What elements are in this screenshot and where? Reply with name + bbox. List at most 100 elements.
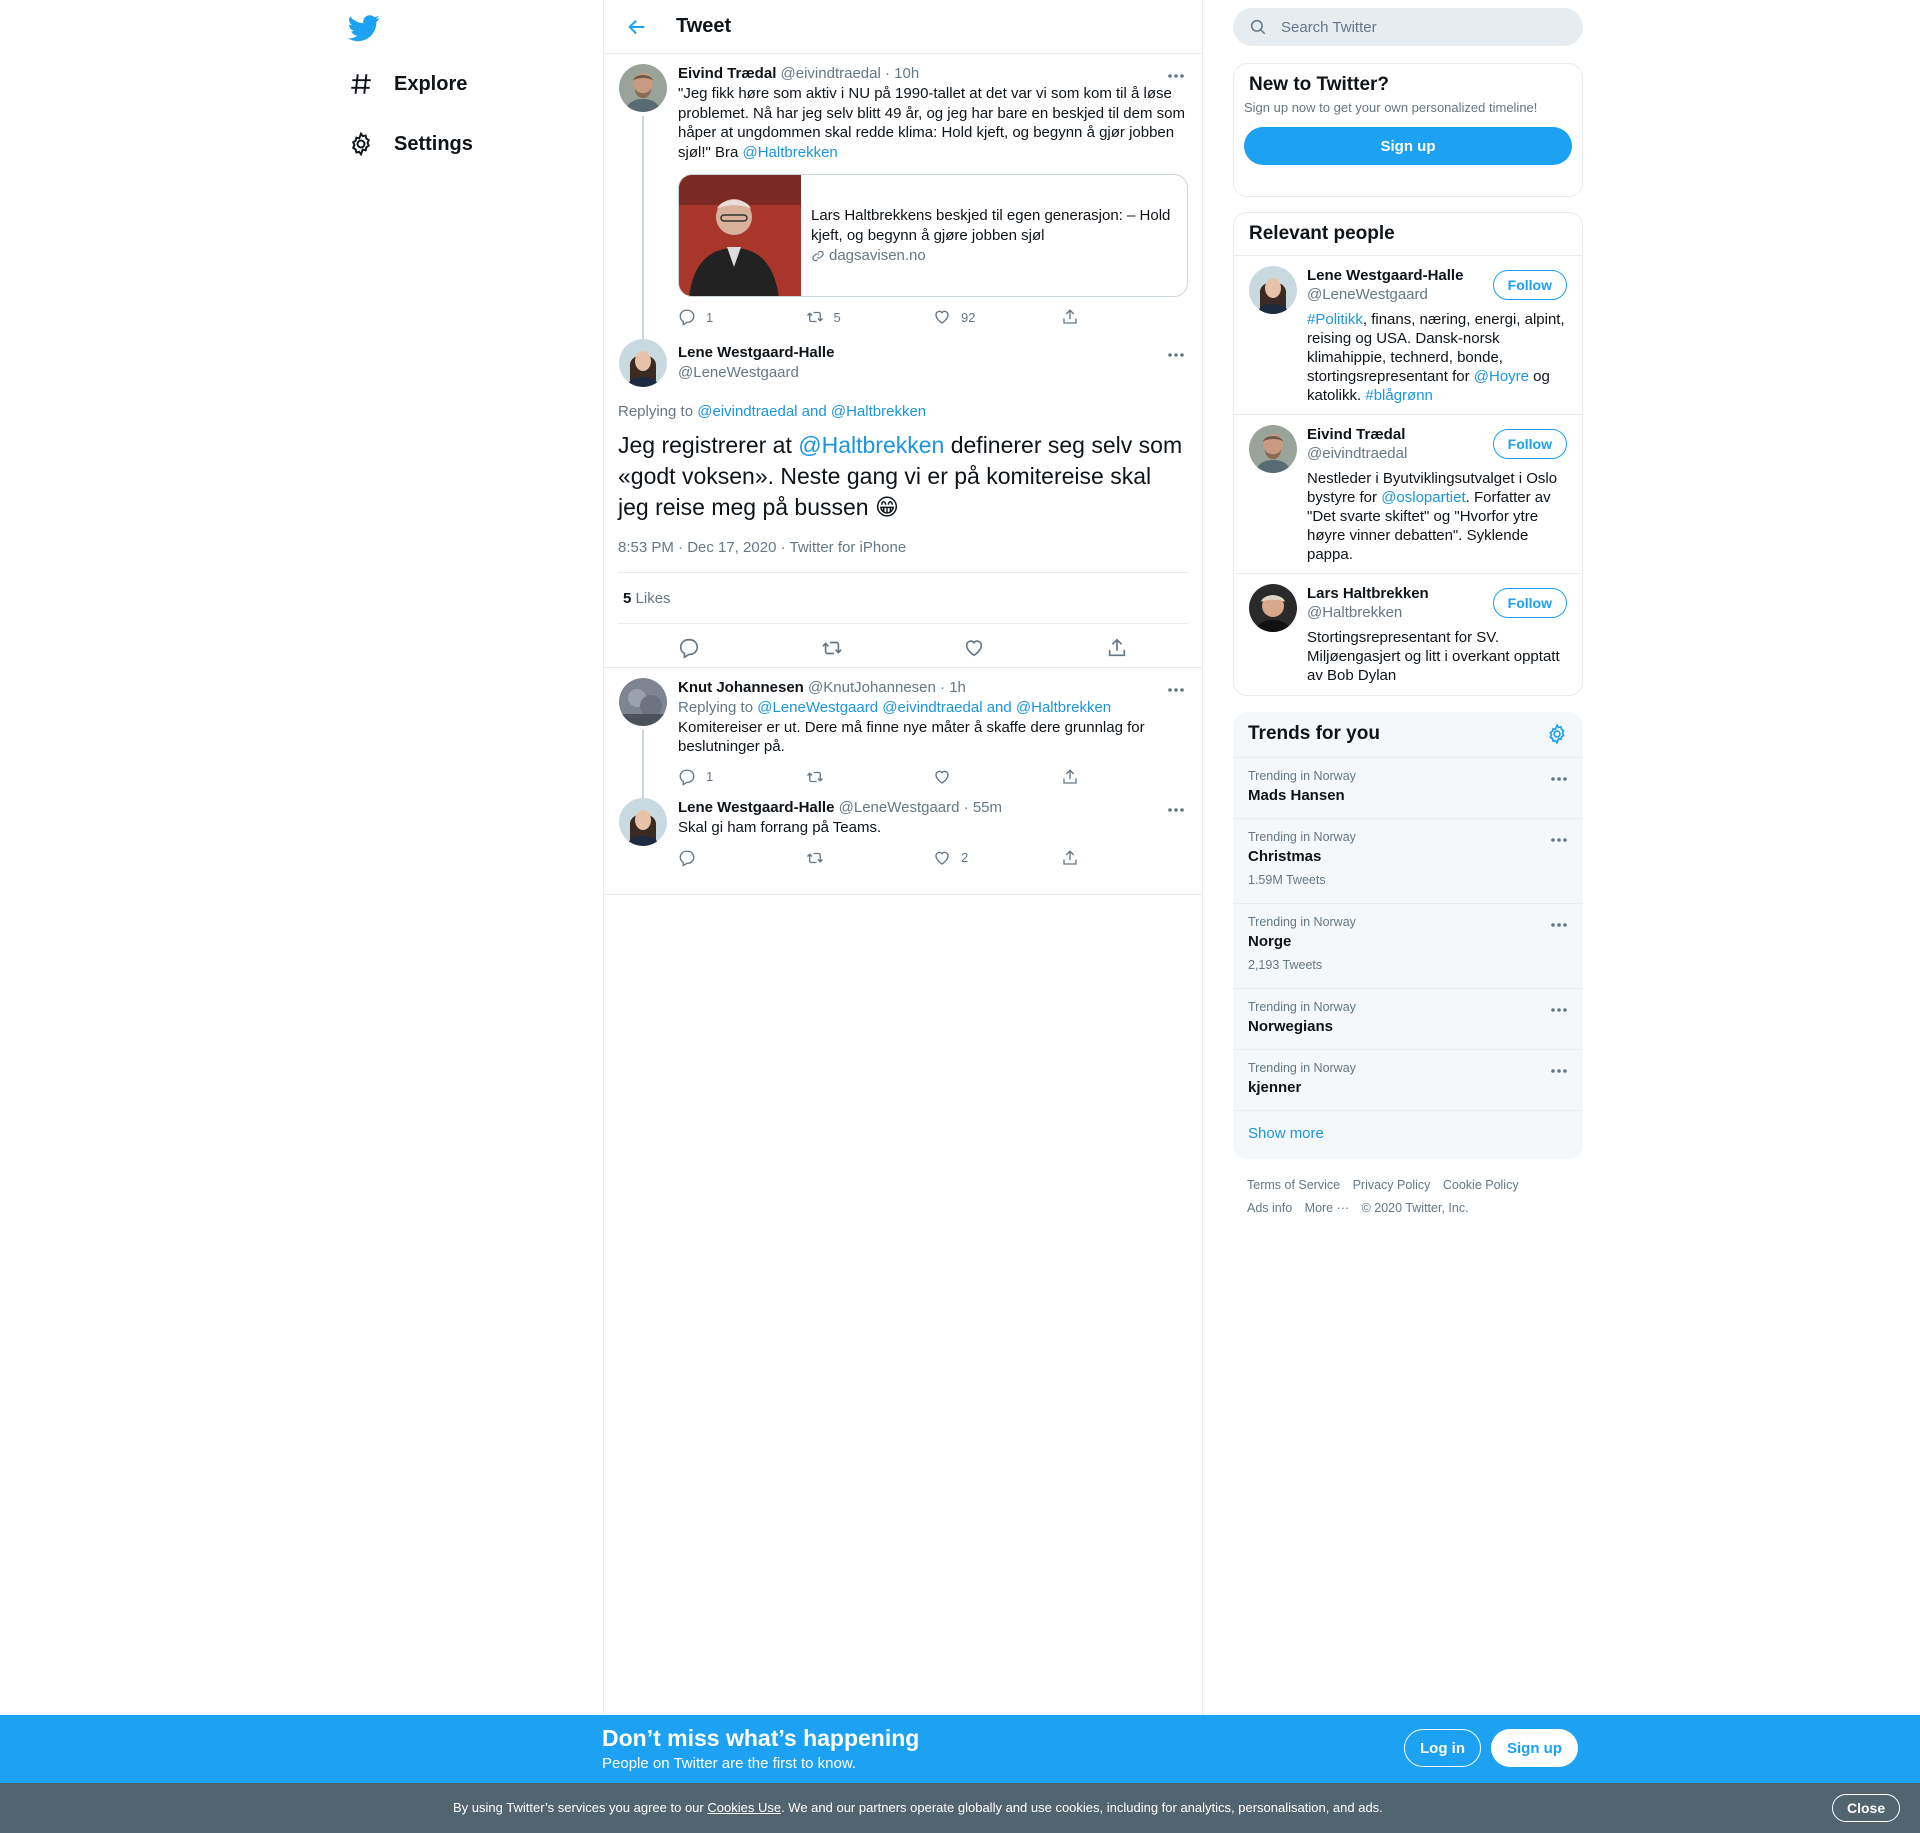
- reply-button[interactable]: 1: [678, 768, 806, 786]
- heart-icon: [933, 308, 961, 326]
- panel-subtitle: Sign up now to get your own personalized…: [1244, 100, 1538, 115]
- retweet-button[interactable]: [806, 768, 934, 786]
- mention-link[interactable]: @Hoyre: [1474, 368, 1529, 385]
- parent-tweet[interactable]: Eivind Trædal @eivindtraedal · 10h "Jeg …: [604, 54, 1202, 344]
- sign-up-button[interactable]: Sign up: [1244, 127, 1572, 165]
- replying-to-links[interactable]: @LeneWestgaard @eivindtraedal and @Haltb…: [757, 699, 1111, 716]
- footer-link-privacy[interactable]: Privacy Policy: [1353, 1178, 1431, 1192]
- mention-link[interactable]: @Haltbrekken: [798, 432, 944, 458]
- trend-item[interactable]: Trending in Norway Christmas 1.59M Tweet…: [1233, 818, 1583, 903]
- replying-to-links[interactable]: @eivindtraedal and @Haltbrekken: [697, 403, 926, 420]
- author-name[interactable]: Eivind Trædal: [678, 65, 776, 82]
- avatar[interactable]: [619, 678, 667, 726]
- author-handle[interactable]: @KnutJohannesen: [808, 679, 936, 696]
- more-icon[interactable]: [1166, 680, 1186, 700]
- tweet-time[interactable]: 1h: [949, 679, 966, 696]
- avatar[interactable]: [619, 798, 667, 846]
- footer-link-ads[interactable]: Ads info: [1247, 1201, 1292, 1215]
- trend-item[interactable]: Trending in Norway kjenner: [1233, 1049, 1583, 1110]
- log-in-button[interactable]: Log in: [1404, 1729, 1481, 1767]
- trend-item[interactable]: Trending in Norway Norwegians: [1233, 988, 1583, 1049]
- relevant-people-panel: Relevant people Follow Lene Westgaard-Ha…: [1233, 212, 1583, 696]
- mention-link[interactable]: @Haltbrekken: [743, 144, 838, 161]
- author-name[interactable]: Lene Westgaard-Halle: [678, 799, 834, 816]
- reply-icon: [678, 308, 706, 326]
- share-button[interactable]: [1061, 849, 1189, 867]
- back-button[interactable]: [610, 0, 664, 54]
- close-button[interactable]: Close: [1832, 1794, 1901, 1822]
- author-handle[interactable]: @eivindtraedal: [781, 65, 881, 82]
- search-input[interactable]: [1281, 18, 1561, 36]
- follow-button[interactable]: Follow: [1492, 429, 1567, 459]
- focal-tweet-text: Jeg registrerer at @Haltbrekken definere…: [618, 430, 1188, 523]
- share-button[interactable]: [1061, 768, 1189, 786]
- reply-tweet[interactable]: Lene Westgaard-Halle @LeneWestgaard · 55…: [604, 798, 1202, 895]
- reply-icon: [678, 768, 706, 786]
- nav-settings[interactable]: Settings: [348, 122, 473, 166]
- show-more-link[interactable]: Show more: [1233, 1110, 1583, 1156]
- author-name[interactable]: Knut Johannesen: [678, 679, 804, 696]
- more-icon[interactable]: [1549, 830, 1569, 850]
- more-icon[interactable]: [1549, 1000, 1569, 1020]
- nav-explore[interactable]: Explore: [348, 62, 467, 106]
- person-card[interactable]: Follow Lene Westgaard-Halle @LeneWestgaa…: [1234, 255, 1582, 414]
- like-button[interactable]: [933, 768, 1061, 786]
- more-icon[interactable]: [1166, 66, 1186, 86]
- sign-up-button[interactable]: Sign up: [1491, 1729, 1578, 1767]
- reply-button[interactable]: [678, 849, 806, 867]
- avatar[interactable]: [619, 64, 667, 112]
- search-box[interactable]: [1233, 8, 1583, 46]
- cookies-use-link[interactable]: Cookies Use: [707, 1800, 781, 1815]
- avatar[interactable]: [1249, 425, 1297, 473]
- author-name[interactable]: Lene Westgaard-Halle: [678, 343, 1188, 363]
- like-button[interactable]: 92: [933, 308, 1061, 326]
- footer-link-more[interactable]: More ···: [1305, 1201, 1349, 1215]
- page-title: Tweet: [676, 15, 732, 37]
- trend-name: Norge: [1248, 933, 1292, 950]
- link-card[interactable]: Lars Haltbrekkens beskjed til egen gener…: [678, 174, 1188, 297]
- author-handle[interactable]: @LeneWestgaard: [839, 799, 960, 816]
- retweet-icon: [806, 849, 834, 867]
- banner-subtitle: People on Twitter are the first to know.: [602, 1755, 857, 1772]
- follow-button[interactable]: Follow: [1492, 270, 1567, 300]
- more-icon[interactable]: [1549, 769, 1569, 789]
- trend-name: Norwegians: [1248, 1018, 1334, 1035]
- more-icon[interactable]: [1166, 345, 1186, 365]
- tweet-timestamp[interactable]: 8:53 PM · Dec 17, 2020 · Twitter for iPh…: [618, 539, 1188, 556]
- like-button[interactable]: 2: [933, 849, 1061, 867]
- tweet-time[interactable]: 10h: [894, 65, 919, 82]
- footer-link-terms[interactable]: Terms of Service: [1247, 1178, 1340, 1192]
- gear-icon[interactable]: [1546, 723, 1568, 745]
- signup-banner: Don’t miss what’s happening People on Tw…: [0, 1715, 1920, 1783]
- author-handle[interactable]: @LeneWestgaard: [678, 363, 1188, 383]
- retweet-button[interactable]: [806, 849, 934, 867]
- share-button[interactable]: [1061, 308, 1189, 326]
- mention-link[interactable]: @oslopartiet: [1381, 489, 1465, 506]
- hashtag-link[interactable]: #Politikk: [1307, 311, 1363, 328]
- twitter-bird-icon[interactable]: [348, 12, 380, 44]
- follow-button[interactable]: Follow: [1492, 588, 1567, 618]
- hashtag-link[interactable]: #blågrønn: [1365, 387, 1433, 404]
- retweet-icon[interactable]: [821, 637, 843, 659]
- likes-row[interactable]: 5 Likes: [618, 572, 1188, 624]
- trend-item[interactable]: Trending in Norway Norge 2,193 Tweets: [1233, 903, 1583, 988]
- more-icon[interactable]: [1166, 800, 1186, 820]
- retweet-icon: [806, 768, 834, 786]
- reply-button[interactable]: 1: [678, 308, 806, 326]
- person-card[interactable]: Follow Lars Haltbrekken @Haltbrekken Sto…: [1234, 573, 1582, 693]
- more-icon[interactable]: [1549, 1061, 1569, 1081]
- avatar[interactable]: [1249, 266, 1297, 314]
- search-icon: [1249, 18, 1267, 36]
- retweet-button[interactable]: 5: [806, 308, 934, 326]
- footer-link-cookie[interactable]: Cookie Policy: [1443, 1178, 1519, 1192]
- person-card[interactable]: Follow Eivind Trædal @eivindtraedal Nest…: [1234, 414, 1582, 573]
- more-icon[interactable]: [1549, 915, 1569, 935]
- avatar[interactable]: [1249, 584, 1297, 632]
- heart-icon[interactable]: [963, 637, 985, 659]
- trend-item[interactable]: Trending in Norway Mads Hansen: [1233, 757, 1583, 818]
- reply-icon[interactable]: [678, 637, 700, 659]
- share-icon[interactable]: [1106, 637, 1128, 659]
- avatar[interactable]: [619, 339, 667, 387]
- reply-tweet[interactable]: Knut Johannesen @KnutJohannesen · 1h Rep…: [604, 668, 1202, 808]
- tweet-time[interactable]: 55m: [973, 799, 1002, 816]
